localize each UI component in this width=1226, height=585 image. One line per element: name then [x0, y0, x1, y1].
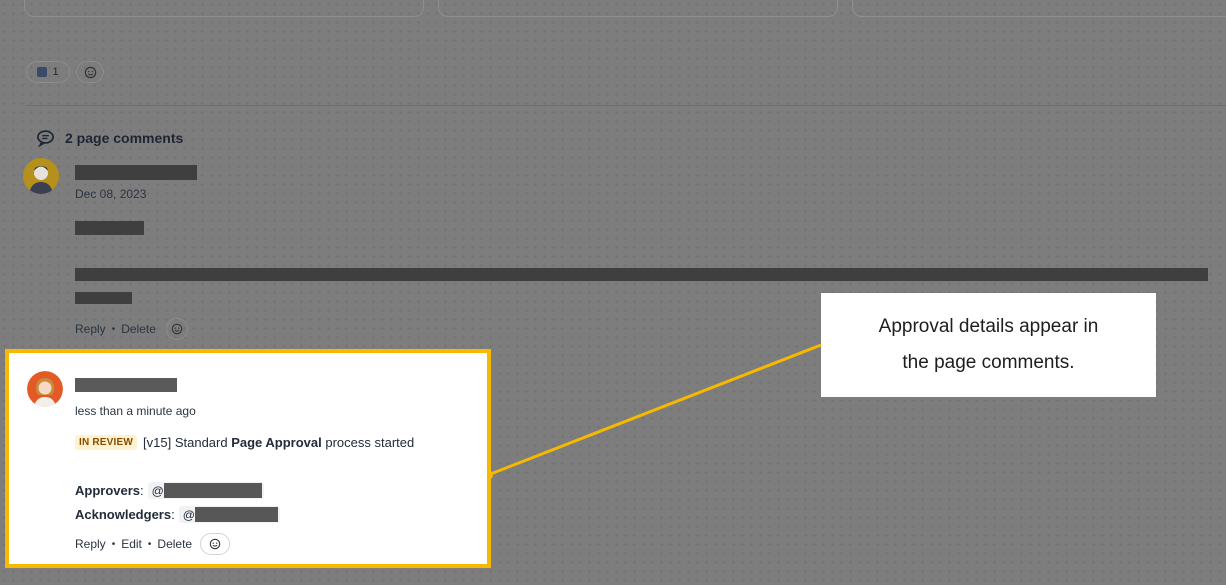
acknowledgers-label: Acknowledgers [75, 507, 172, 522]
approver-mention[interactable]: @ [147, 482, 264, 499]
annotation-callout: Approval details appear in the page comm… [821, 293, 1156, 397]
approvers-colon: : [140, 483, 144, 498]
acknowledgers-row: Acknowledgers: @ [75, 506, 280, 523]
mention-at: @ [151, 483, 164, 498]
mention-at: @ [182, 507, 195, 522]
approval-message-suffix: process started [321, 435, 415, 450]
approvers-row: Approvers: @ [75, 482, 264, 499]
callout-line-2: the page comments. [902, 352, 1075, 373]
comment-time: less than a minute ago [75, 404, 196, 418]
approval-message-bold: Page Approval [231, 435, 322, 450]
add-reaction-button[interactable] [200, 533, 231, 555]
edit-link[interactable]: Edit [121, 537, 142, 551]
approval-message-prefix: [v15] Standard [143, 435, 232, 450]
comment-author-name-redacted [75, 378, 177, 392]
delete-link[interactable]: Delete [157, 537, 192, 551]
separator: • [147, 538, 152, 550]
smiley-add-icon [209, 538, 221, 550]
mention-name-redacted [163, 483, 262, 498]
user-avatar-icon [27, 371, 63, 407]
acknowledger-mention[interactable]: @ [178, 506, 280, 523]
status-badge: IN REVIEW [75, 435, 138, 450]
reply-link[interactable]: Reply [75, 537, 106, 551]
approvers-label: Approvers [75, 483, 141, 498]
approval-message: IN REVIEW [v15] Standard Page Approval p… [75, 435, 414, 450]
mention-name-redacted [194, 507, 278, 522]
avatar[interactable] [27, 371, 63, 407]
comment-actions: Reply • Edit • Delete [75, 533, 231, 555]
callout-line-1: Approval details appear in [878, 316, 1099, 337]
highlighted-approval-comment: less than a minute ago IN REVIEW [v15] S… [5, 349, 491, 568]
acknowledgers-colon: : [171, 507, 175, 522]
separator: • [111, 538, 116, 550]
